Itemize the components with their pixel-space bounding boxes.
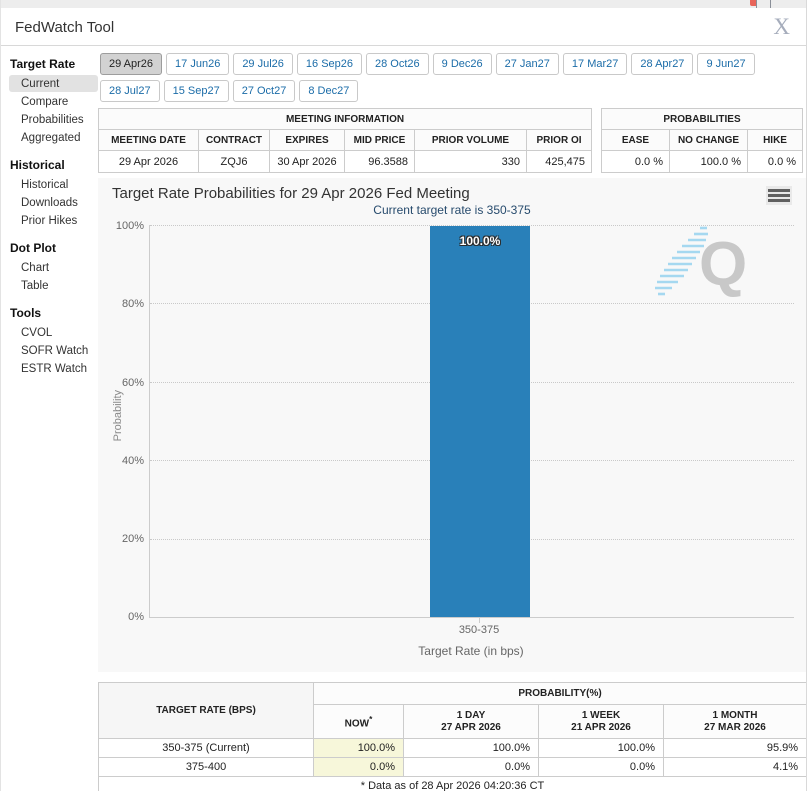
tab-meeting-date[interactable]: 17 Jun26	[166, 53, 229, 75]
col-prior-volume: PRIOR VOLUME	[415, 130, 527, 151]
col-target-rate-bps: TARGET RATE (BPS)	[99, 683, 314, 739]
col-now: NOW*	[314, 705, 404, 739]
sidebar-item-cvol[interactable]: CVOL	[9, 324, 98, 341]
page-title: FedWatch Tool	[15, 19, 114, 36]
meeting-info-title: MEETING INFORMATION	[99, 109, 592, 130]
y-tick-100: 100%	[103, 220, 144, 232]
sidebar-item-sofr-watch[interactable]: SOFR Watch	[9, 342, 98, 359]
tab-meeting-date[interactable]: 16 Sep26	[297, 53, 362, 75]
header: FedWatch Tool X	[1, 8, 807, 46]
meeting-date-tabs: 29 Apr26 17 Jun26 29 Jul26 16 Sep26 28 O…	[100, 53, 806, 102]
top-strip	[1, 0, 807, 8]
prob-now: 100.0%	[314, 739, 404, 758]
y-tick-0: 0%	[103, 611, 144, 623]
tab-meeting-date[interactable]: 15 Sep27	[164, 80, 229, 102]
x-tick-label: 350-375	[429, 624, 529, 636]
sidebar-section-historical: Historical	[10, 158, 98, 172]
sidebar-item-table[interactable]: Table	[9, 277, 98, 294]
table-row: 0.0 % 100.0 % 0.0 %	[602, 151, 803, 173]
sidebar-item-current[interactable]: Current	[9, 75, 98, 92]
ease-value: 0.0 %	[602, 151, 670, 173]
tab-meeting-date[interactable]: 28 Apr27	[631, 53, 693, 75]
sidebar-item-chart[interactable]: Chart	[9, 259, 98, 276]
y-axis-title: Probability	[112, 390, 124, 441]
contract-value: ZQJ6	[199, 151, 270, 173]
prob-1-week: 0.0%	[539, 758, 664, 777]
sidebar-item-compare[interactable]: Compare	[9, 93, 98, 110]
rate-range: 350-375 (Current)	[99, 739, 314, 758]
hike-value: 0.0 %	[748, 151, 803, 173]
prob-1-day: 100.0%	[404, 739, 539, 758]
tab-meeting-date[interactable]: 28 Jul27	[100, 80, 160, 102]
col-mid-price: MID PRICE	[345, 130, 415, 151]
sidebar: Target Rate Current Compare Probabilitie…	[9, 50, 98, 378]
sidebar-item-historical[interactable]: Historical	[9, 176, 98, 193]
now-asterisk: *	[369, 714, 372, 724]
tab-meeting-date[interactable]: 29 Apr26	[100, 53, 162, 75]
tab-meeting-date[interactable]: 28 Oct26	[366, 53, 429, 75]
col-1-day: 1 DAY27 APR 2026	[404, 705, 539, 739]
x-axis-tick	[479, 618, 480, 623]
data-as-of-footnote: * Data as of 28 Apr 2026 04:20:36 CT	[99, 777, 807, 791]
col-expires: EXPIRES	[270, 130, 345, 151]
probability-chart: Target Rate Probabilities for 29 Apr 202…	[98, 178, 806, 672]
prob-1-day: 0.0%	[404, 758, 539, 777]
table-row: 350-375 (Current) 100.0% 100.0% 100.0% 9…	[99, 739, 807, 758]
col-1-month: 1 MONTH27 MAR 2026	[664, 705, 807, 739]
prob-1-week: 100.0%	[539, 739, 664, 758]
chart-subtitle: Current target rate is 350-375	[98, 203, 806, 217]
y-tick-80: 80%	[103, 298, 144, 310]
tab-meeting-date[interactable]: 27 Jan27	[496, 53, 559, 75]
sidebar-section-dot-plot: Dot Plot	[10, 241, 98, 255]
sidebar-item-estr-watch[interactable]: ESTR Watch	[9, 360, 98, 377]
y-tick-20: 20%	[103, 533, 144, 545]
probabilities-title: PROBABILITIES	[602, 109, 803, 130]
prob-1-month: 4.1%	[664, 758, 807, 777]
sidebar-item-downloads[interactable]: Downloads	[9, 194, 98, 211]
tab-meeting-date[interactable]: 17 Mar27	[563, 53, 627, 75]
bar-data-label: 100.0%	[430, 234, 530, 248]
sidebar-section-target-rate: Target Rate	[10, 57, 98, 71]
table-row: 29 Apr 2026 ZQJ6 30 Apr 2026 96.3588 330…	[99, 151, 592, 173]
close-icon[interactable]: X	[773, 14, 790, 40]
prior-volume-value: 330	[415, 151, 527, 173]
no-change-value: 100.0 %	[670, 151, 748, 173]
probabilities-summary-table: PROBABILITIES EASE NO CHANGE HIKE 0.0 % …	[601, 108, 803, 173]
sidebar-item-prior-hikes[interactable]: Prior Hikes	[9, 212, 98, 229]
fedwatch-tool-window: FedWatch Tool X Target Rate Current Comp…	[0, 0, 807, 791]
expires-value: 30 Apr 2026	[270, 151, 345, 173]
col-prior-oi: PRIOR OI	[527, 130, 592, 151]
mid-price-value: 96.3588	[345, 151, 415, 173]
tab-meeting-date[interactable]: 9 Dec26	[433, 53, 492, 75]
rate-range: 375-400	[99, 758, 314, 777]
prob-now: 0.0%	[314, 758, 404, 777]
meeting-date-value: 29 Apr 2026	[99, 151, 199, 173]
tab-meeting-date[interactable]: 9 Jun27	[697, 53, 754, 75]
prior-oi-value: 425,475	[527, 151, 592, 173]
col-contract: CONTRACT	[199, 130, 270, 151]
table-row: 375-400 0.0% 0.0% 0.0% 4.1%	[99, 758, 807, 777]
sidebar-item-aggregated[interactable]: Aggregated	[9, 129, 98, 146]
tab-meeting-date[interactable]: 27 Oct27	[233, 80, 296, 102]
tab-meeting-date[interactable]: 29 Jul26	[233, 53, 293, 75]
plot-area: 100.0%	[149, 225, 794, 618]
chart-title: Target Rate Probabilities for 29 Apr 202…	[112, 185, 470, 202]
tab-meeting-date[interactable]: 8 Dec27	[299, 80, 358, 102]
prob-1-month: 95.9%	[664, 739, 807, 758]
y-tick-40: 40%	[103, 455, 144, 467]
y-tick-60: 60%	[103, 377, 144, 389]
col-ease: EASE	[602, 130, 670, 151]
group-header-probability: PROBABILITY(%)	[314, 683, 807, 705]
col-1-week: 1 WEEK21 APR 2026	[539, 705, 664, 739]
target-rate-probability-table: TARGET RATE (BPS) PROBABILITY(%) NOW* 1 …	[98, 682, 807, 791]
col-meeting-date: MEETING DATE	[99, 130, 199, 151]
x-axis-title: Target Rate (in bps)	[149, 644, 793, 658]
col-hike: HIKE	[748, 130, 803, 151]
sidebar-section-tools: Tools	[10, 306, 98, 320]
meeting-information-table: MEETING INFORMATION MEETING DATE CONTRAC…	[98, 108, 592, 173]
col-no-change: NO CHANGE	[670, 130, 748, 151]
sidebar-item-probabilities[interactable]: Probabilities	[9, 111, 98, 128]
probability-bar-350-375[interactable]: 100.0%	[430, 226, 530, 617]
